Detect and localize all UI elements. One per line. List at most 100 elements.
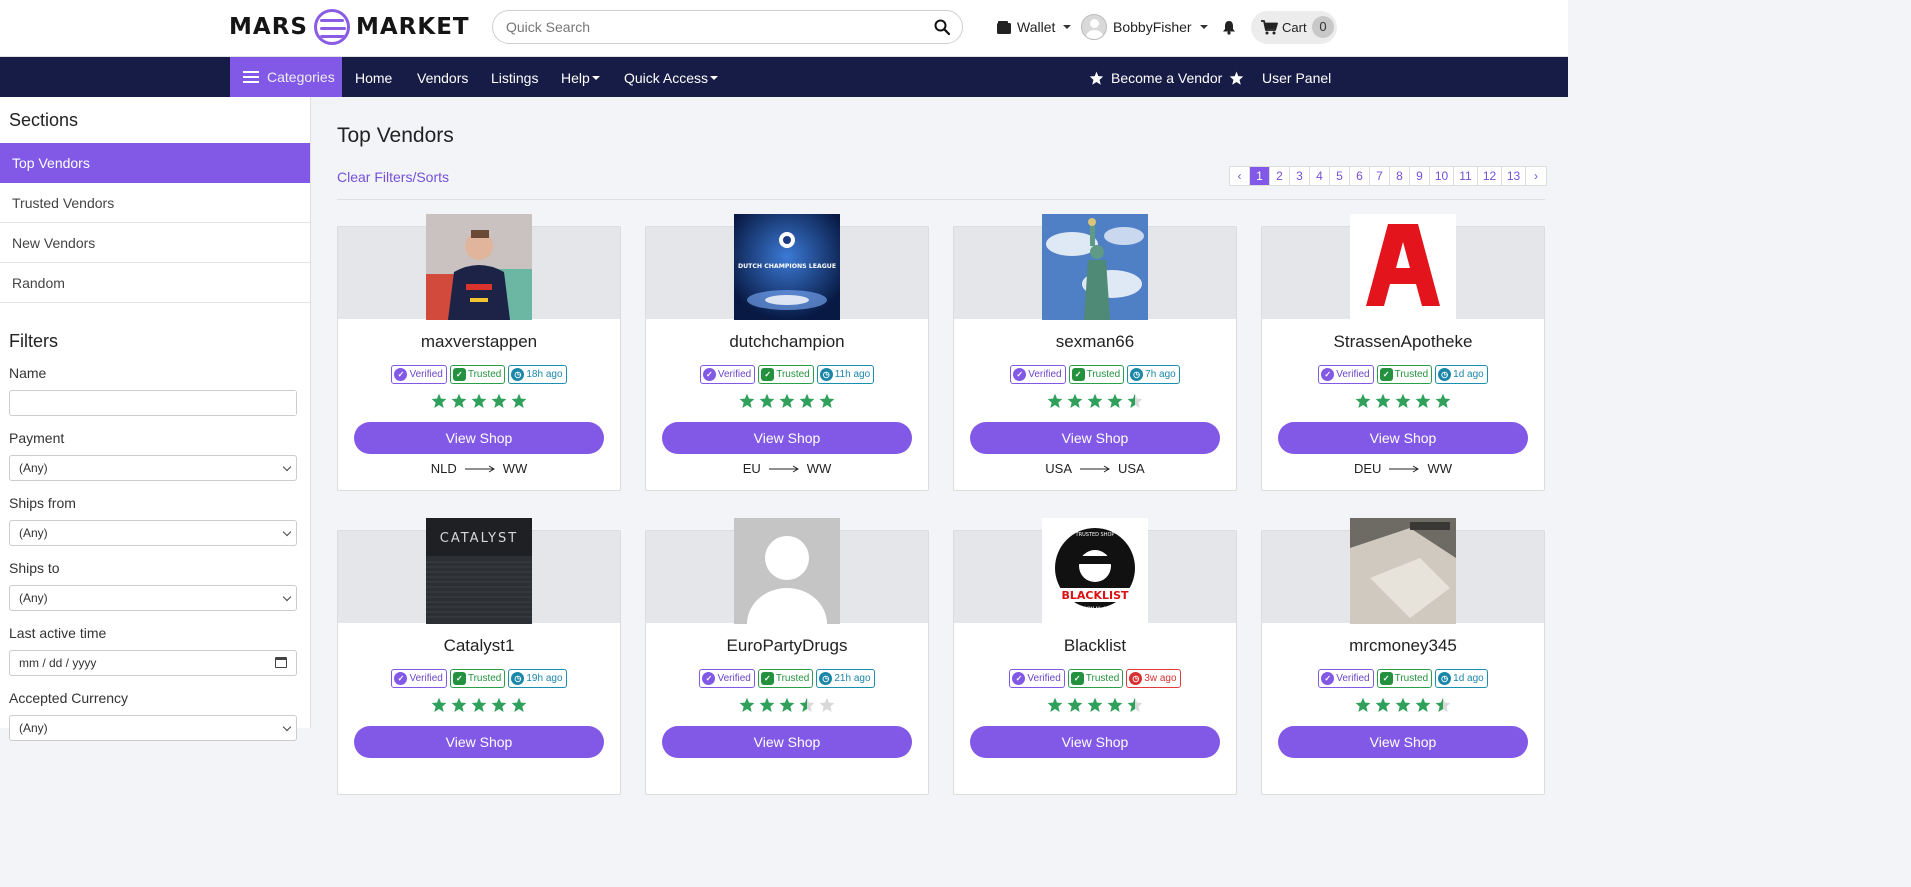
vendor-rating bbox=[646, 697, 928, 713]
clock-icon: ◷ bbox=[511, 672, 525, 685]
trusted-badge: ✓ Trusted bbox=[758, 365, 814, 384]
page-prev-button[interactable]: ‹ bbox=[1230, 167, 1250, 185]
wallet-menu[interactable]: Wallet bbox=[997, 19, 1072, 35]
vendor-avatar[interactable]: CATALYST bbox=[426, 518, 532, 624]
view-shop-button[interactable]: View Shop bbox=[354, 422, 604, 454]
rating-star-icon bbox=[1047, 393, 1063, 408]
shield-check-icon: ✓ bbox=[761, 368, 775, 381]
nav-quick-access[interactable]: Quick Access bbox=[624, 70, 719, 86]
filters-heading: Filters bbox=[9, 331, 58, 351]
bell-icon[interactable] bbox=[1222, 20, 1236, 35]
page-11-link[interactable]: 11 bbox=[1454, 167, 1478, 185]
page-next-button[interactable]: › bbox=[1526, 167, 1546, 185]
page-8-link[interactable]: 8 bbox=[1390, 167, 1410, 185]
last-active-text: 1d ago bbox=[1453, 369, 1484, 380]
search-input[interactable] bbox=[506, 19, 906, 35]
vendor-avatar[interactable]: TRUSTED SHOP BLACKLIST SHIP FROM NL AND DE bbox=[1042, 518, 1148, 624]
rating-star-icon bbox=[491, 697, 507, 712]
vendor-name[interactable]: dutchchampion bbox=[646, 332, 928, 352]
shipping-route: NLD WW bbox=[338, 461, 620, 476]
page-5-link[interactable]: 5 bbox=[1330, 167, 1350, 185]
page-2-link[interactable]: 2 bbox=[1270, 167, 1290, 185]
vendor-name[interactable]: maxverstappen bbox=[338, 332, 620, 352]
nav-home[interactable]: Home bbox=[355, 70, 392, 86]
sidebar-item-top-vendors[interactable]: Top Vendors bbox=[0, 143, 310, 183]
payment-select-value: (Any) bbox=[19, 461, 48, 475]
name-filter-input[interactable] bbox=[19, 391, 296, 415]
view-shop-button[interactable]: View Shop bbox=[662, 726, 912, 758]
user-panel-link[interactable]: User Panel bbox=[1262, 70, 1331, 86]
nav-quick-access-label: Quick Access bbox=[624, 70, 709, 86]
page-7-link[interactable]: 7 bbox=[1370, 167, 1390, 185]
nav-listings[interactable]: Listings bbox=[491, 70, 538, 86]
currency-value: (Any) bbox=[19, 721, 48, 735]
vendor-avatar[interactable]: DUTCH CHAMPIONS LEAGUE bbox=[734, 214, 840, 320]
nav-vendors[interactable]: Vendors bbox=[417, 70, 468, 86]
nav-help[interactable]: Help bbox=[561, 70, 600, 86]
page-12-link[interactable]: 12 bbox=[1478, 167, 1502, 185]
vendor-avatar[interactable] bbox=[734, 518, 840, 624]
page-4-link[interactable]: 4 bbox=[1310, 167, 1330, 185]
rating-star-icon bbox=[1375, 697, 1391, 712]
view-shop-button[interactable]: View Shop bbox=[1278, 726, 1528, 758]
view-shop-button[interactable]: View Shop bbox=[354, 726, 604, 758]
page-6-link[interactable]: 6 bbox=[1350, 167, 1370, 185]
ships-from-select[interactable]: (Any) bbox=[9, 520, 297, 546]
page-1-link[interactable]: 1 bbox=[1250, 167, 1270, 185]
clock-icon: ◷ bbox=[1438, 672, 1452, 685]
verified-badge: ✓ Verified bbox=[699, 669, 755, 688]
verified-badge: ✓ Verified bbox=[1009, 669, 1065, 688]
last-active-text: 7h ago bbox=[1145, 369, 1176, 380]
vendor-name[interactable]: EuroPartyDrugs bbox=[646, 636, 928, 656]
sidebar-item-trusted-vendors[interactable]: Trusted Vendors bbox=[0, 183, 310, 223]
categories-button[interactable]: Categories bbox=[230, 57, 342, 97]
svg-text:CATALYST: CATALYST bbox=[440, 531, 518, 546]
vendor-avatar[interactable] bbox=[1350, 518, 1456, 624]
sidebar-item-new-vendors[interactable]: New Vendors bbox=[0, 223, 310, 263]
ships-to-select[interactable]: (Any) bbox=[9, 585, 297, 611]
rating-star-icon bbox=[471, 393, 487, 408]
view-shop-button[interactable]: View Shop bbox=[970, 726, 1220, 758]
page-3-link[interactable]: 3 bbox=[1290, 167, 1310, 185]
last-active-date-input[interactable]: mm / dd / yyyy bbox=[9, 650, 297, 676]
view-shop-button[interactable]: View Shop bbox=[1278, 422, 1528, 454]
vendor-name[interactable]: Blacklist bbox=[954, 636, 1236, 656]
vendor-name[interactable]: StrassenApotheke bbox=[1262, 332, 1544, 352]
calendar-icon[interactable] bbox=[275, 657, 287, 668]
mars-market-logo[interactable]: MARS MARKET bbox=[229, 8, 470, 46]
chevron-down-icon bbox=[1199, 25, 1208, 29]
trusted-label: Trusted bbox=[776, 369, 810, 380]
page-10-link[interactable]: 10 bbox=[1430, 167, 1454, 185]
view-shop-button[interactable]: View Shop bbox=[662, 422, 912, 454]
user-menu[interactable]: BobbyFisher bbox=[1081, 14, 1208, 40]
verified-check-icon: ✓ bbox=[394, 672, 408, 685]
verified-badge: ✓ Verified bbox=[1318, 365, 1374, 384]
vendor-avatar[interactable] bbox=[1350, 214, 1456, 320]
currency-select[interactable]: (Any) bbox=[9, 715, 297, 741]
clock-icon: ◷ bbox=[1438, 368, 1452, 381]
ships-from-value: (Any) bbox=[19, 526, 48, 540]
vendor-avatar[interactable] bbox=[1042, 214, 1148, 320]
view-shop-button[interactable]: View Shop bbox=[970, 422, 1220, 454]
vendor-card: StrassenApotheke ✓ Verified ✓ Trusted ◷ 1d ago… bbox=[1261, 214, 1545, 491]
payment-select[interactable]: (Any) bbox=[9, 455, 297, 481]
last-active-badge: ◷ 19h ago bbox=[508, 669, 567, 688]
become-vendor-link[interactable]: Become a Vendor bbox=[1089, 70, 1244, 86]
search-icon[interactable] bbox=[934, 19, 950, 35]
clear-filters-link[interactable]: Clear Filters/Sorts bbox=[337, 169, 449, 185]
vendor-name[interactable]: sexman66 bbox=[954, 332, 1236, 352]
vendor-name[interactable]: mrcmoney345 bbox=[1262, 636, 1544, 656]
page-13-link[interactable]: 13 bbox=[1502, 167, 1526, 185]
vendor-name[interactable]: Catalyst1 bbox=[338, 636, 620, 656]
page-9-link[interactable]: 9 bbox=[1410, 167, 1430, 185]
date-placeholder: mm / dd / yyyy bbox=[19, 656, 97, 670]
sidebar-item-random[interactable]: Random bbox=[0, 263, 310, 303]
trusted-badge: ✓ Trusted bbox=[1376, 669, 1433, 688]
trusted-badge: ✓ Trusted bbox=[1067, 669, 1124, 688]
vendor-badges: ✓ Verified ✓ Trusted ◷ 3w ago bbox=[954, 669, 1236, 688]
verified-label: Verified bbox=[1336, 673, 1370, 684]
rating-star-icon bbox=[1107, 393, 1123, 408]
vendor-avatar[interactable] bbox=[426, 214, 532, 320]
cart-button[interactable]: Cart 0 bbox=[1251, 11, 1337, 44]
svg-text:BLACKLIST: BLACKLIST bbox=[1061, 589, 1129, 602]
